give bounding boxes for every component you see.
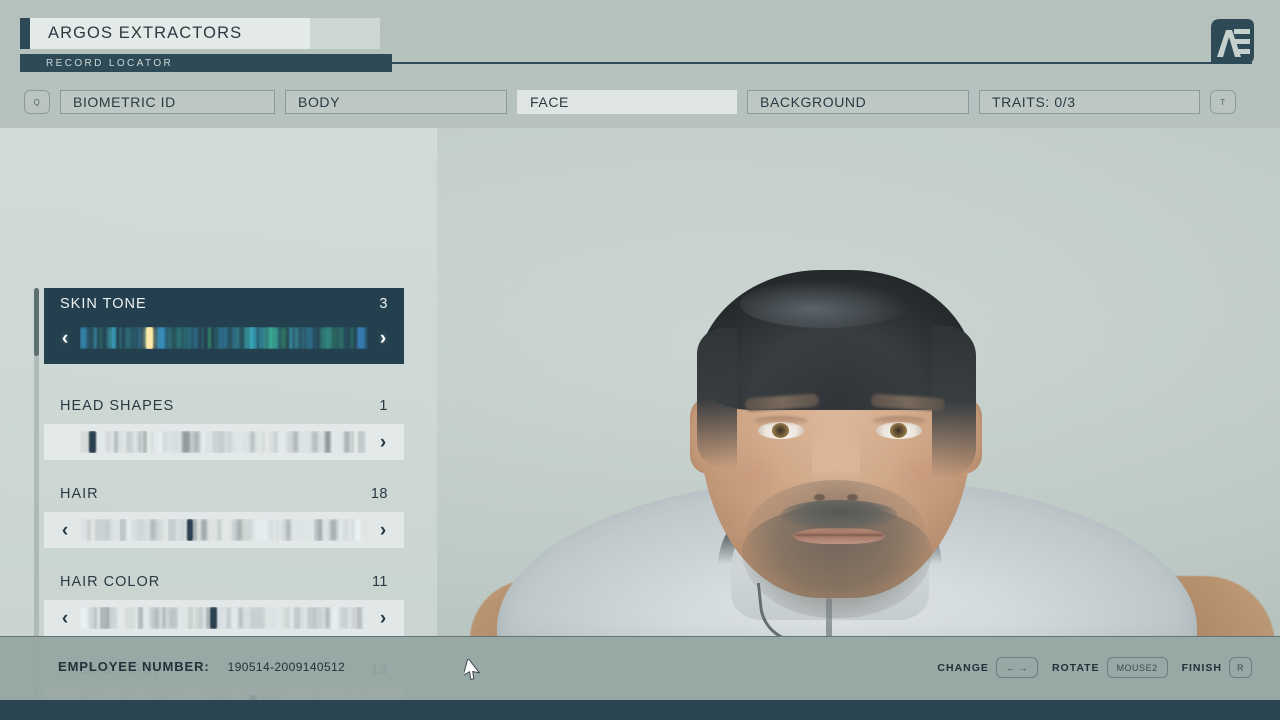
slider-next-arrow-icon[interactable]: › [374,521,392,540]
slider-header: HAIR 18 [44,486,404,512]
slider-prev-arrow-icon[interactable]: ‹ [56,329,74,348]
title-accent-block [20,18,30,49]
slider-head-shapes[interactable]: HEAD SHAPES 1 ‹› [44,398,404,460]
slider-active-marker [89,431,96,453]
sidebar-scrollbar-thumb[interactable] [34,288,39,356]
slider-label: HAIR [60,486,99,502]
character-cheek-right [890,450,948,496]
character-cheek-left [726,450,784,496]
slider-value: 3 [379,296,388,312]
slider-label: HEAD SHAPES [60,398,174,414]
slider-ticks [80,431,368,453]
slider-label: HAIR COLOR [60,574,160,590]
tab-body[interactable]: BODY [285,90,507,114]
tab-face[interactable]: FACE [517,90,737,114]
slider-ticks [80,519,368,541]
top-bar: ARGOS EXTRACTORS RECORD LOCATOR Q BIOMET… [0,0,1280,128]
slider-active-marker [210,607,217,629]
slider-header: HEAD SHAPES 1 [44,398,404,424]
tab-background[interactable]: BACKGROUND [747,90,969,114]
tab-biometric-id[interactable]: BIOMETRIC ID [60,90,275,114]
slider-value: 18 [371,486,388,502]
slider-next-arrow-icon[interactable]: › [374,329,392,348]
bottom-strip [0,700,1280,720]
slider-header: SKIN TONE 3 [44,294,404,320]
slider-value: 11 [372,574,388,590]
slider-hair-color[interactable]: HAIR COLOR11‹› [44,574,404,636]
slider-skin-tone[interactable]: SKIN TONE3‹› [44,288,404,364]
slider-track-row[interactable]: ‹› [44,424,404,460]
slider-track-row[interactable]: ‹› [44,512,404,548]
control-hint-change: CHANGE ← → [937,657,1038,678]
slider-prev-arrow-icon[interactable]: ‹ [56,521,74,540]
character-hair-highlight [740,280,910,328]
control-hint-key[interactable]: R [1229,657,1252,678]
slider-next-arrow-icon[interactable]: › [374,433,392,452]
character-mouth [793,528,885,544]
footer-bar: EMPLOYEE NUMBER: 190514-2009140512 CHANG… [0,636,1280,700]
slider-track-row[interactable]: ‹› [44,600,404,636]
options-sidebar: SKIN TONE3‹›HEAD SHAPES1‹›HAIR18‹›HAIR C… [0,128,437,636]
subtitle-bar: RECORD LOCATOR [20,54,392,72]
slider-header: HAIR COLOR 11 [44,574,404,600]
ae-logo-icon [1201,16,1255,63]
header-divider-line [392,62,1252,64]
employee-number-group: EMPLOYEE NUMBER: 190514-2009140512 [58,659,345,674]
slider-value: 1 [379,398,388,414]
control-hint-key[interactable]: MOUSE2 [1107,657,1168,678]
character-eyelid-left [754,416,808,426]
slider-active-marker [146,327,153,349]
title-row: ARGOS EXTRACTORS [20,18,380,49]
slider-active-marker [187,519,194,541]
control-hint-rotate: ROTATE MOUSE2 [1052,657,1168,678]
control-hint-label: ROTATE [1052,662,1100,674]
tab-bar: Q BIOMETRIC ID BODY FACE BACKGROUND TRAI… [24,90,1236,114]
slider-ticks [80,607,368,629]
slider-track-row[interactable]: ‹› [44,320,404,356]
slider-hair[interactable]: HAIR18‹› [44,486,404,548]
character-hair-side-left [697,328,737,468]
page-title: ARGOS EXTRACTORS [48,24,242,43]
tab-prev-key[interactable]: Q [24,90,50,114]
control-hint-label: FINISH [1182,662,1222,674]
control-hints: CHANGE ← → ROTATE MOUSE2 FINISH R [937,657,1252,678]
title-plate-extension [310,18,380,49]
tab-next-key[interactable]: T [1210,90,1236,114]
employee-number-label: EMPLOYEE NUMBER: [58,659,210,674]
control-hint-finish: FINISH R [1182,657,1252,678]
app-title-plate: ARGOS EXTRACTORS [30,18,310,49]
slider-next-arrow-icon[interactable]: › [374,609,392,628]
slider-prev-arrow-icon[interactable]: ‹ [56,609,74,628]
employee-number-value: 190514-2009140512 [228,660,346,674]
tab-traits[interactable]: TRAITS: 0/3 [979,90,1200,114]
character-mustache [780,500,898,530]
character-creator-screen: ARGOS EXTRACTORS RECORD LOCATOR Q BIOMET… [0,0,1280,720]
control-hint-key[interactable]: ← → [996,657,1038,678]
control-hint-label: CHANGE [937,662,989,674]
slider-label: SKIN TONE [60,296,147,312]
character-lip-line [795,534,883,536]
mouse-cursor-icon [464,659,482,681]
slider-ticks [80,327,368,349]
character-eyelid-right [872,416,926,426]
subtitle-text: RECORD LOCATOR [46,58,173,69]
